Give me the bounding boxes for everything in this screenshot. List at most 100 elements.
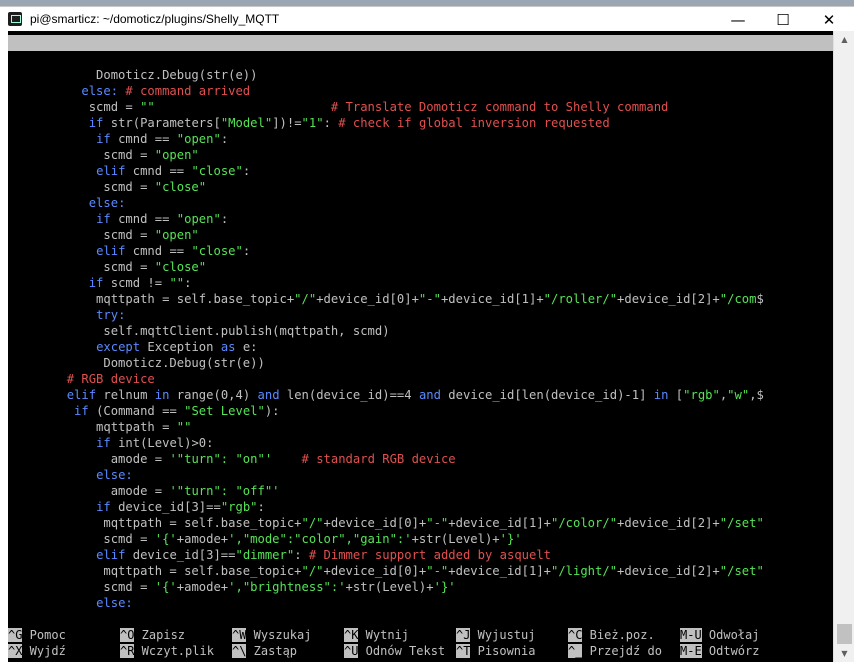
code-token: +device_id[1]+: [448, 564, 551, 578]
code-line: scmd = '{'+amode+',"mode":"color","gain"…: [8, 531, 521, 547]
code-token: $: [756, 292, 764, 306]
code-token: "/roller/": [543, 292, 618, 306]
code-token: scmd =: [8, 228, 155, 242]
code-token: "": [176, 420, 192, 434]
code-token: +device_id[2]+: [617, 292, 720, 306]
code-token: scmd =: [8, 180, 155, 194]
code-token: amode =: [8, 452, 170, 466]
shortcut-label: Bież.poz.: [582, 628, 655, 642]
close-button[interactable]: ✕: [806, 7, 852, 32]
code-token: "open": [176, 212, 221, 226]
shortcut-key: ^\: [232, 644, 247, 658]
shortcut-zapisz[interactable]: ^O Zapisz: [120, 627, 185, 643]
shortcut-wyszukaj[interactable]: ^W Wyszukaj: [232, 627, 311, 643]
code-token: scmd =: [8, 260, 155, 274]
code-token: cmnd ==: [110, 212, 177, 226]
shortcut-pomoc[interactable]: ^G Pomoc: [8, 627, 66, 643]
code-line: try:: [8, 307, 125, 323]
shortcut-pisownia[interactable]: ^T Pisownia: [456, 643, 535, 659]
code-token: elif: [96, 244, 126, 258]
code-token: (Command ==: [88, 404, 185, 418]
code-line: except Exception as e:: [8, 339, 257, 355]
code-token: "Set Level": [184, 404, 265, 418]
nano-header-bar: GNU nano 3.2 plugin.py: [8, 35, 833, 82]
code-token: cmnd ==: [125, 244, 192, 258]
code-line: else:: [8, 467, 133, 483]
shortcut-key: ^J: [456, 628, 471, 642]
code-line: Domoticz.Debug(str(e)): [8, 67, 257, 83]
code-token: if: [96, 436, 111, 450]
code-token: :: [184, 276, 192, 290]
code-token: amode =: [8, 484, 170, 498]
minimize-button[interactable]: —: [715, 7, 761, 32]
code-line: scmd = '{'+amode+',"brightness":'+str(Le…: [8, 579, 455, 595]
code-token: # Dimmer support added by asquelt: [308, 548, 552, 562]
shortcut-bież-poz-[interactable]: ^C Bież.poz.: [568, 627, 655, 643]
code-token: str(Parameters[: [103, 116, 221, 130]
window-titlebar[interactable]: pi@smarticz: ~/domoticz/plugins/Shelly_M…: [0, 6, 854, 32]
shortcut-label: Pomoc: [22, 628, 66, 642]
shortcut-przejdź-do[interactable]: ^_ Przejdź do: [568, 643, 662, 659]
code-token: as: [220, 340, 236, 354]
shortcut-zastąp[interactable]: ^\ Zastąp: [232, 643, 297, 659]
code-token: Exception: [140, 340, 221, 354]
code-token: "close": [154, 180, 207, 194]
code-token: "/set": [719, 516, 764, 530]
code-line: if cmnd == "open":: [8, 211, 228, 227]
code-token: :: [294, 548, 309, 562]
shortcut-odnów-tekst[interactable]: ^U Odnów Tekst: [344, 643, 445, 659]
shortcut-odtwórz[interactable]: M-E Odtwórz: [680, 643, 759, 659]
shortcut-key: ^X: [8, 644, 23, 658]
code-token: +device_id[0]+: [316, 292, 419, 306]
shortcut-key: M-E: [680, 644, 702, 658]
maximize-button[interactable]: ☐: [760, 7, 806, 32]
code-token: scmd !=: [103, 276, 170, 290]
code-token: device_id[len(device_id)-1]: [440, 388, 654, 402]
code-token: # RGB device: [66, 372, 155, 386]
terminal-app-icon: [8, 12, 22, 26]
shortcut-key: ^U: [344, 644, 359, 658]
code-line: # RGB device: [8, 371, 155, 387]
code-token: else:: [96, 596, 133, 610]
code-line: elif cmnd == "close":: [8, 163, 250, 179]
code-token: +device_id[1]+: [440, 292, 544, 306]
shortcut-odwołaj[interactable]: M-U Odwołaj: [680, 627, 759, 643]
code-token: in: [154, 388, 170, 402]
code-token: and: [418, 388, 441, 402]
code-token: +amode+: [176, 580, 229, 594]
code-line: scmd = "" # Translate Domoticz command t…: [8, 99, 669, 115]
scroll-down-arrow-icon[interactable]: ▼: [834, 645, 854, 662]
code-token: device_id[3]==: [125, 548, 236, 562]
window-title: pi@smarticz: ~/domoticz/plugins/Shelly_M…: [30, 12, 280, 26]
code-token: +device_id[2]+: [617, 516, 720, 530]
shortcut-wyjdź[interactable]: ^X Wyjdź: [8, 643, 66, 659]
shortcut-label: Zastąp: [246, 644, 298, 658]
code-token: # standard RGB device: [301, 452, 456, 466]
shortcut-wyjustuj[interactable]: ^J Wyjustuj: [456, 627, 535, 643]
code-line: if device_id[3]=="rgb":: [8, 499, 265, 515]
scrollbar-thumb[interactable]: [837, 624, 852, 644]
code-token: in: [653, 388, 669, 402]
shortcut-wytnij[interactable]: ^K Wytnij: [344, 627, 409, 643]
code-token: if: [96, 500, 111, 514]
vertical-scrollbar[interactable]: ▲ ▼: [833, 31, 854, 662]
code-line: scmd = "open": [8, 227, 198, 243]
code-token: ',"mode":"color","gain":': [228, 532, 412, 546]
terminal-area[interactable]: GNU nano 3.2 plugin.py Domoticz.Debug(st…: [8, 31, 833, 662]
scroll-up-arrow-icon[interactable]: ▲: [834, 31, 854, 48]
code-token: +device_id[0]+: [323, 564, 427, 578]
code-token: mqttpath =: [8, 420, 177, 434]
shortcut-wczyt-plik[interactable]: ^R Wczyt.plik: [120, 643, 214, 659]
code-line: if cmnd == "open":: [8, 131, 228, 147]
code-token: "/set": [719, 564, 764, 578]
code-token: try:: [96, 308, 126, 322]
